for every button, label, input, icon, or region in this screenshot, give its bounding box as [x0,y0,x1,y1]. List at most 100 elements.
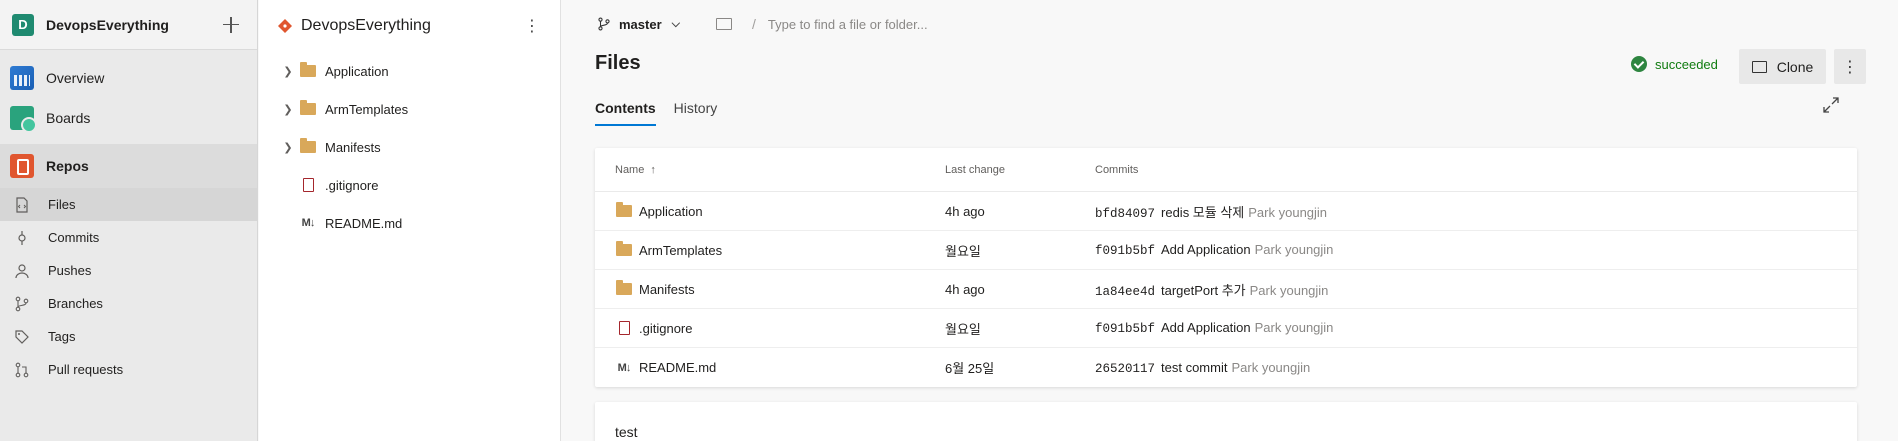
commit-message[interactable]: test commit [1161,360,1227,375]
add-icon[interactable] [221,15,241,35]
nav-item-overview[interactable]: Overview [0,58,257,98]
build-status-label: succeeded [1655,56,1718,72]
row-name[interactable]: Application [639,204,703,219]
tree-item-label: Application [325,63,389,79]
check-circle-icon [1631,56,1647,72]
expand-icon[interactable] [1822,96,1840,114]
tree-item-gitignore[interactable]: .gitignore [259,166,560,204]
more-actions-icon[interactable]: ⋮ [1834,49,1866,84]
sub-item-label: Pull requests [48,362,124,377]
row-name[interactable]: .gitignore [639,321,692,336]
row-name[interactable]: ArmTemplates [639,243,722,258]
column-header-commits[interactable]: Commits [1095,164,1857,176]
tree-item-application[interactable]: ❯ Application [259,52,560,90]
sub-item-label: Branches [48,296,103,311]
folder-icon [299,138,317,155]
chevron-right-icon[interactable]: ❯ [277,103,299,116]
sub-item-tags[interactable]: Tags [0,320,257,353]
repo-more-icon[interactable]: ⋮ [520,16,544,36]
sub-item-commits[interactable]: Commits [0,221,257,254]
nav-item-label: Overview [46,70,105,86]
branch-name: master [619,16,662,32]
commit-author: Park youngjin [1248,204,1328,220]
nav-item-label: Repos [46,158,89,174]
commits-icon [14,230,30,246]
tab-history[interactable]: History [674,100,718,126]
commit-author: Park youngjin [1249,282,1329,298]
pushes-icon [14,263,30,279]
tree-item-manifests[interactable]: ❯ Manifests [259,128,560,166]
commit-hash[interactable]: bfd84097 [1095,207,1155,221]
sub-item-files[interactable]: Files [0,188,257,221]
nav-item-boards[interactable]: Boards [0,98,257,138]
column-header-name[interactable]: Name ↑ [595,164,945,176]
tree-item-readme[interactable]: M↓ README.md [259,204,560,242]
commit-message[interactable]: Add Application [1161,242,1251,257]
sub-item-label: Commits [48,230,100,245]
commit-hash[interactable]: f091b5bf [1095,322,1155,336]
readme-preview: test [595,402,1857,441]
folder-icon [299,62,317,79]
commit-author: Park youngjin [1254,320,1334,335]
row-name[interactable]: README.md [639,360,716,375]
commit-message[interactable]: targetPort 추가 [1161,283,1246,298]
files-icon [14,196,30,213]
org-name[interactable]: DevopsEverything [46,17,221,33]
branches-icon [14,296,30,312]
folder-outline-icon[interactable] [715,18,732,30]
left-navigation: D DevopsEverything Overview Boards Repos… [0,0,258,441]
build-status[interactable]: succeeded [1631,56,1718,72]
sub-item-pushes[interactable]: Pushes [0,254,257,287]
row-last-change: 6월 25일 [945,361,995,376]
content-tabs: Contents History [595,100,735,126]
file-icon [299,177,317,193]
sub-item-label: Files [48,197,76,212]
commit-hash[interactable]: f091b5bf [1095,244,1155,258]
file-icon [615,320,633,336]
files-table: Name ↑ Last change Commits Application 4… [595,148,1857,387]
table-row[interactable]: M↓ README.md 6월 25일 26520117 test commit Pa… [595,348,1857,387]
table-row[interactable]: .gitignore 월요일 f091b5bf Add Application Pa… [595,309,1857,348]
commit-hash[interactable]: 26520117 [1095,362,1155,376]
path-separator: / [751,16,756,32]
repos-icon [10,154,34,178]
folder-icon [299,100,317,117]
commit-message[interactable]: redis 모듈 삭제 [1161,205,1244,220]
folder-icon [615,202,633,219]
path-bar: master ⌵ / [562,0,1898,48]
row-last-change: 4h ago [945,203,985,219]
nav-item-repos[interactable]: Repos [0,144,257,188]
branch-icon [598,17,610,31]
sub-item-label: Tags [48,329,76,344]
table-row[interactable]: Application 4h ago bfd84097 redis 모듈 삭제 Pa… [595,192,1857,231]
tab-contents[interactable]: Contents [595,100,656,126]
commit-author: Park youngjin [1231,359,1311,375]
path-search-input[interactable] [767,16,1028,32]
tree-item-label: README.md [325,215,403,231]
tree-item-label: .gitignore [325,177,379,193]
sub-item-branches[interactable]: Branches [0,287,257,320]
folder-icon [615,241,633,258]
branch-selector[interactable]: master ⌵ [597,17,680,32]
repo-name[interactable]: DevopsEverything [301,17,520,35]
sub-item-pull-requests[interactable]: Pull requests [0,353,257,386]
clone-button[interactable]: Clone [1739,49,1826,84]
chevron-right-icon[interactable]: ❯ [277,65,299,78]
table-row[interactable]: Manifests 4h ago 1a84ee4d targetPort 추가 Pa… [595,270,1857,309]
column-header-last-change[interactable]: Last change [945,164,1095,176]
org-avatar[interactable]: D [12,13,34,36]
readme-text: test [615,424,638,440]
row-name[interactable]: Manifests [639,282,695,297]
org-header: D DevopsEverything [0,0,257,50]
commit-hash[interactable]: 1a84ee4d [1095,285,1155,299]
commit-message[interactable]: Add Application [1161,320,1251,335]
chevron-right-icon[interactable]: ❯ [277,141,299,154]
file-tree-pane: DevopsEverything ⋮ ❯ Application ❯ ArmTe… [259,0,561,441]
chevron-down-icon: ⌵ [671,17,680,30]
clone-icon [1751,60,1767,73]
table-row[interactable]: ArmTemplates 월요일 f091b5bf Add Application… [595,231,1857,270]
tree-item-armtemplates[interactable]: ❯ ArmTemplates [259,90,560,128]
sub-item-label: Pushes [48,263,92,278]
markdown-icon: M↓ [301,217,316,229]
tree-item-label: ArmTemplates [325,101,409,117]
